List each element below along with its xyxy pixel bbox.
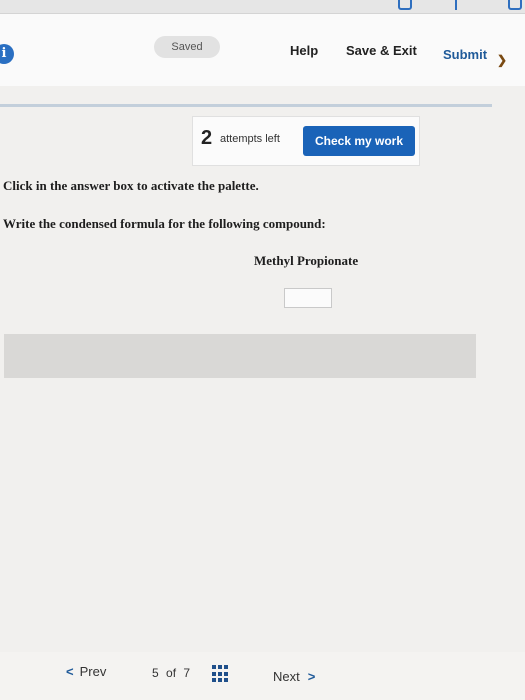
attempts-label: attempts left [220, 133, 280, 145]
saved-status-badge: Saved [154, 36, 220, 58]
palette-area[interactable] [4, 334, 476, 378]
question-prompt: Write the condensed formula for the foll… [3, 216, 326, 231]
compound-name: Methyl Propionate [254, 253, 359, 268]
prev-button[interactable]: < Prev [66, 664, 106, 679]
check-my-work-button[interactable]: Check my work [303, 126, 415, 156]
next-button[interactable]: Next > [273, 669, 315, 684]
submit-button[interactable]: Submit [443, 47, 487, 62]
page-total: 7 [183, 666, 191, 680]
browser-chrome-strip [0, 0, 525, 14]
submit-arrow-icon: ❯ [497, 53, 508, 67]
add-icon[interactable] [455, 0, 469, 10]
assignment-header: i Saved Help Save & Exit Submit ❯ [0, 14, 525, 86]
header-divider [0, 104, 492, 107]
tab-icon[interactable] [398, 0, 412, 10]
bottom-navigation: < Prev 5 of 7 Next > [0, 652, 525, 700]
save-exit-button[interactable]: Save & Exit [346, 43, 417, 58]
window-icon[interactable] [508, 0, 522, 10]
page-indicator: 5 of 7 [152, 666, 190, 680]
prev-label: Prev [79, 664, 107, 679]
attempts-panel: 2 attempts left Check my work [192, 116, 420, 166]
answer-input-box[interactable] [284, 288, 332, 308]
info-icon[interactable]: i [0, 44, 14, 64]
chevron-right-icon: > [307, 669, 316, 684]
page-of: of [166, 666, 177, 680]
page-current: 5 [152, 666, 159, 680]
help-button[interactable]: Help [290, 43, 318, 58]
grid-icon[interactable] [212, 665, 230, 683]
next-label: Next [273, 669, 300, 684]
chevron-left-icon: < [66, 664, 74, 679]
instruction-text: Click in the answer box to activate the … [3, 178, 259, 193]
attempts-count: 2 [201, 127, 213, 149]
